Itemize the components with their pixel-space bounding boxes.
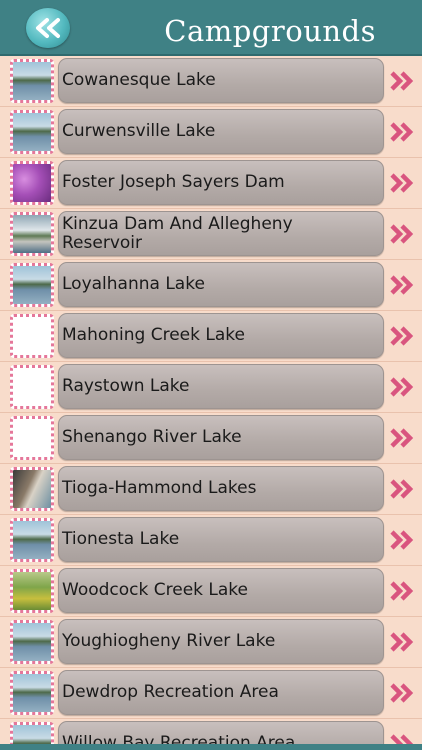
list-item-button[interactable]: Tionesta Lake <box>58 517 384 562</box>
thumbnail-image <box>10 518 54 562</box>
double-chevron-right-icon[interactable] <box>389 529 415 551</box>
thumbnail-image <box>10 722 54 744</box>
double-chevron-right-icon[interactable] <box>389 427 415 449</box>
double-chevron-right-icon[interactable] <box>389 478 415 500</box>
thumbnail-image <box>10 263 54 307</box>
list-item-label: Youghiogheny River Lake <box>62 631 276 651</box>
thumbnail-image <box>10 671 54 715</box>
thumbnail-image <box>10 365 54 409</box>
double-chevron-right-icon[interactable] <box>389 121 415 143</box>
list-item-label: Kinzua Dam And Allegheny Reservoir <box>62 213 293 253</box>
list-item[interactable]: Kinzua Dam And Allegheny Reservoir <box>0 209 422 260</box>
double-chevron-right-icon[interactable] <box>389 733 415 744</box>
list-item-label: Woodcock Creek Lake <box>62 580 248 600</box>
double-chevron-right-icon[interactable] <box>389 172 415 194</box>
list-item-label: Shenango River Lake <box>62 427 242 447</box>
bottom-bar <box>0 744 422 750</box>
list-item[interactable]: Cowanesque Lake <box>0 56 422 107</box>
thumbnail-image <box>10 59 54 103</box>
list-item[interactable]: Tionesta Lake <box>0 515 422 566</box>
double-chevron-right-icon[interactable] <box>389 631 415 653</box>
list-item-label: Foster Joseph Sayers Dam <box>62 172 285 192</box>
double-chevron-right-icon[interactable] <box>389 376 415 398</box>
list-item-label: Willow Bay Recreation Area <box>62 733 296 745</box>
thumbnail-image <box>10 569 54 613</box>
list-item-button[interactable]: Shenango River Lake <box>58 415 384 460</box>
thumbnail-image <box>10 110 54 154</box>
list-item-button[interactable]: Willow Bay Recreation Area <box>58 721 384 744</box>
list-item-button[interactable]: Raystown Lake <box>58 364 384 409</box>
double-chevron-right-icon[interactable] <box>389 223 415 245</box>
list-item[interactable]: Curwensville Lake <box>0 107 422 158</box>
list-item[interactable]: Mahoning Creek Lake <box>0 311 422 362</box>
list-item[interactable]: Foster Joseph Sayers Dam <box>0 158 422 209</box>
double-chevron-right-icon[interactable] <box>389 682 415 704</box>
list-item[interactable]: Willow Bay Recreation Area <box>0 719 422 744</box>
thumbnail-image <box>10 620 54 664</box>
list-item[interactable]: Dewdrop Recreation Area <box>0 668 422 719</box>
list-item-button[interactable]: Tioga-Hammond Lakes <box>58 466 384 511</box>
double-chevron-right-icon[interactable] <box>389 274 415 296</box>
list-item-button[interactable]: Foster Joseph Sayers Dam <box>58 160 384 205</box>
thumbnail-image <box>10 161 54 205</box>
list-item-label: Tionesta Lake <box>62 529 180 549</box>
list-item[interactable]: Youghiogheny River Lake <box>0 617 422 668</box>
thumbnail-image <box>10 416 54 460</box>
list-item-label: Mahoning Creek Lake <box>62 325 245 345</box>
double-chevron-right-icon[interactable] <box>389 325 415 347</box>
double-chevron-right-icon[interactable] <box>389 70 415 92</box>
list-item[interactable]: Loyalhanna Lake <box>0 260 422 311</box>
back-button[interactable] <box>26 8 70 48</box>
double-chevron-right-icon[interactable] <box>389 580 415 602</box>
list-item-label: Raystown Lake <box>62 376 190 396</box>
list-item-label: Curwensville Lake <box>62 121 216 141</box>
double-chevron-left-icon <box>36 18 60 38</box>
list-item-label: Dewdrop Recreation Area <box>62 682 279 702</box>
list-item-label: Cowanesque Lake <box>62 70 216 90</box>
list-item-label: Loyalhanna Lake <box>62 274 205 294</box>
list-item-button[interactable]: Loyalhanna Lake <box>58 262 384 307</box>
thumbnail-image <box>10 212 54 256</box>
list-item-button[interactable]: Youghiogheny River Lake <box>58 619 384 664</box>
thumbnail-image <box>10 467 54 511</box>
list-item[interactable]: Raystown Lake <box>0 362 422 413</box>
campground-list[interactable]: Cowanesque Lake Curwensville Lake Foster J… <box>0 56 422 744</box>
list-item-button[interactable]: Dewdrop Recreation Area <box>58 670 384 715</box>
list-item-label: Tioga-Hammond Lakes <box>62 478 257 498</box>
list-item[interactable]: Woodcock Creek Lake <box>0 566 422 617</box>
list-item[interactable]: Shenango River Lake <box>0 413 422 464</box>
list-item-button[interactable]: Mahoning Creek Lake <box>58 313 384 358</box>
list-item-button[interactable]: Curwensville Lake <box>58 109 384 154</box>
header-bar: Campgrounds <box>0 0 422 56</box>
list-item-button[interactable]: Cowanesque Lake <box>58 58 384 103</box>
list-item[interactable]: Tioga-Hammond Lakes <box>0 464 422 515</box>
list-item-button[interactable]: Woodcock Creek Lake <box>58 568 384 613</box>
list-item-button[interactable]: Kinzua Dam And Allegheny Reservoir <box>58 211 384 256</box>
thumbnail-image <box>10 314 54 358</box>
page-title: Campgrounds <box>164 14 376 48</box>
